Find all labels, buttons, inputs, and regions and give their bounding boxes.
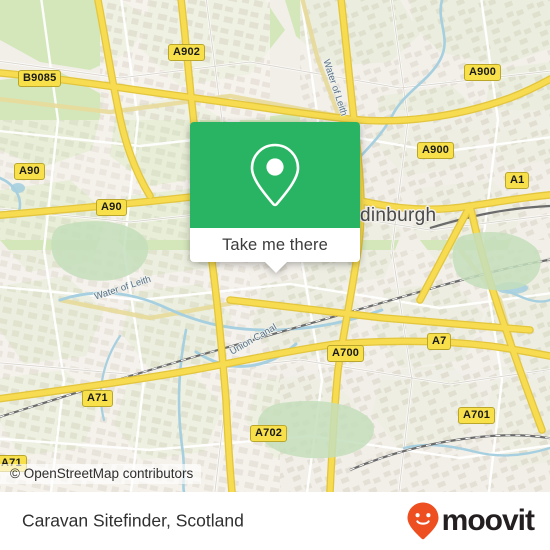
map-pin-icon	[250, 143, 300, 207]
footer-bar: Caravan Sitefinder, Scotland moovit	[0, 492, 550, 550]
place-label-edinburgh: Edinburgh	[347, 205, 437, 226]
map-canvas[interactable]: A902 B9085 A900 A900 A90 A1 A90 A700 A7 …	[0, 0, 550, 492]
road-shield: A702	[250, 425, 288, 442]
road-shield: A90	[14, 163, 45, 180]
popup-image-area	[190, 122, 360, 228]
road-shield: A71	[82, 390, 113, 407]
road-shield: A900	[464, 64, 502, 81]
map-popup-card[interactable]: Take me there	[190, 122, 360, 273]
page-title: Caravan Sitefinder, Scotland	[22, 510, 244, 531]
moovit-wordmark: moovit	[441, 504, 535, 537]
road-shield: B9085	[18, 70, 62, 87]
road-shield: A700	[327, 345, 365, 362]
road-shield: A90	[96, 199, 127, 216]
moovit-logo[interactable]: moovit	[406, 501, 535, 541]
popup-tail	[265, 262, 287, 273]
osm-attribution[interactable]: © OpenStreetMap contributors	[0, 464, 202, 484]
road-shield: A701	[458, 407, 496, 424]
take-me-there-label: Take me there	[222, 235, 328, 254]
take-me-there-button[interactable]: Take me there	[190, 228, 360, 262]
road-shield: A902	[168, 44, 206, 61]
map-screenshot: A902 B9085 A900 A900 A90 A1 A90 A700 A7 …	[0, 0, 550, 550]
road-shield: A7	[427, 333, 452, 350]
road-shield: A900	[417, 142, 455, 159]
moovit-smiley-pin-icon	[407, 502, 439, 540]
road-shield: A1	[505, 172, 530, 189]
